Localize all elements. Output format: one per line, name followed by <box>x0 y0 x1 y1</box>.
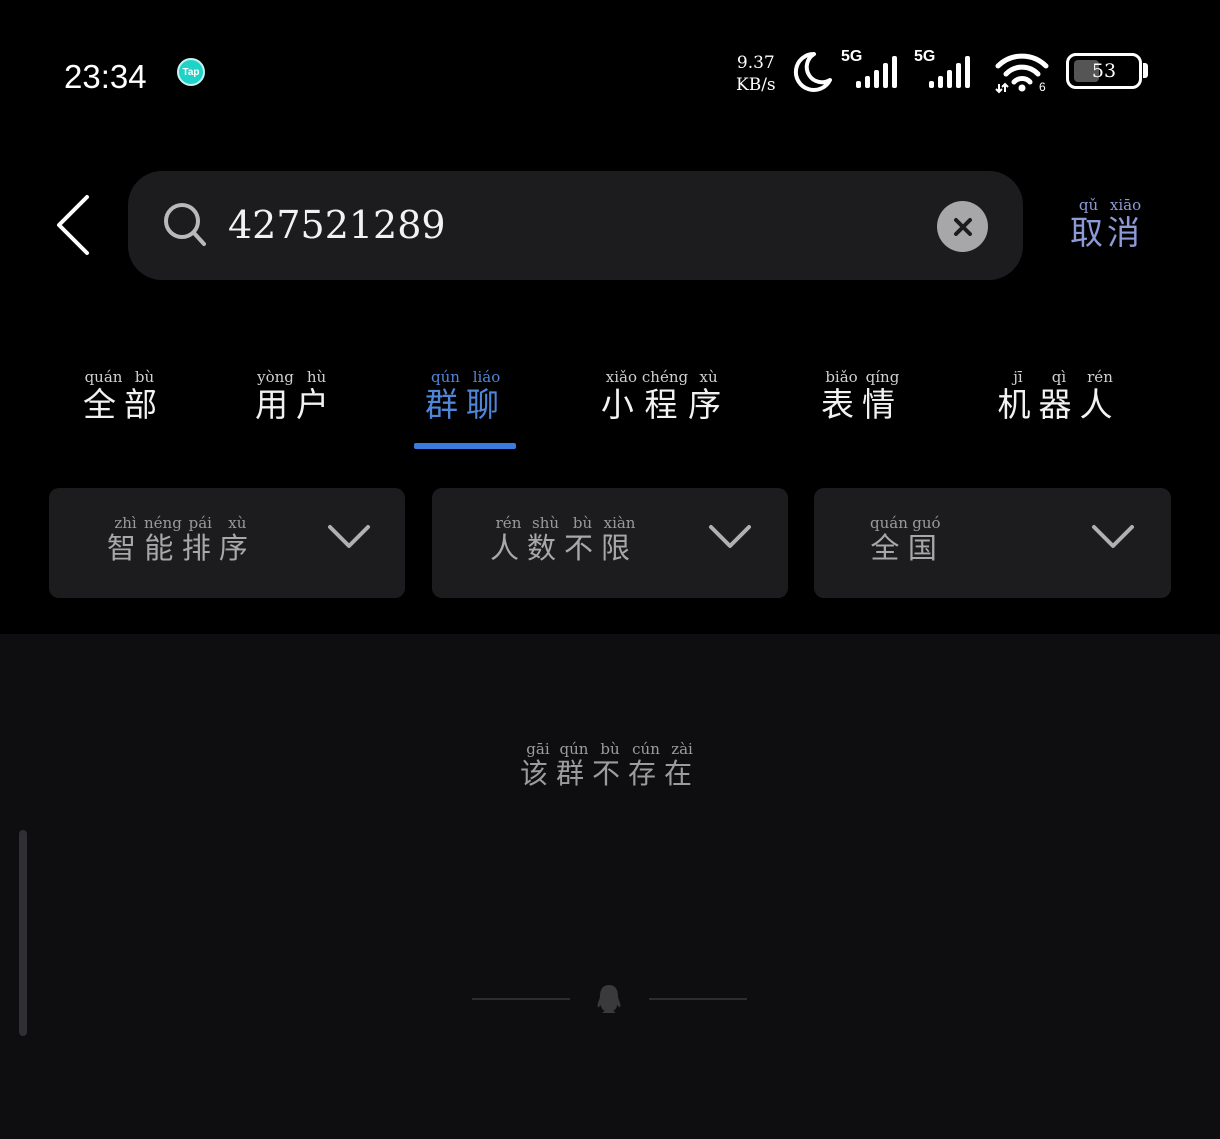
member-count-label: 人rén数shù不bù限xiàn <box>490 514 639 565</box>
search-input[interactable] <box>228 195 908 255</box>
battery-level: 53 <box>1091 60 1117 82</box>
network-speed: 9.37 KB/s <box>736 52 776 96</box>
chevron-down-icon <box>328 525 370 548</box>
sim2-signal-bars-icon <box>929 56 970 88</box>
tab-bots[interactable]: 机jī器qì人rén <box>984 368 1134 450</box>
footer-divider-left <box>472 998 570 1000</box>
sort-order-dropdown[interactable]: 智zhì能néng排pái序xù <box>49 488 405 598</box>
tap-app-icon: Tap <box>177 58 205 86</box>
battery-icon: 53 <box>1066 53 1142 89</box>
wifi-label: 6 <box>1039 80 1046 94</box>
network-speed-unit: KB/s <box>736 75 776 95</box>
network-speed-value: 9.37 <box>736 53 775 73</box>
region-label: 全quán国guó <box>870 514 945 565</box>
back-button[interactable] <box>48 192 98 258</box>
qq-penguin-icon <box>597 985 621 1013</box>
do-not-disturb-moon-icon <box>793 51 832 92</box>
footer-divider-right <box>649 998 747 1000</box>
group-not-found-message: 该gāi群qún不bù存cún在zài <box>519 740 701 790</box>
tab-mini-programs[interactable]: 小xiǎo程chéng序xù <box>590 368 740 450</box>
cancel-button[interactable]: 取qǔ消xiāo <box>1070 196 1170 258</box>
status-bar: 23:34 Tap 9.37 KB/s 5G 5G 6 53 <box>0 0 1220 140</box>
chevron-down-icon <box>1092 525 1134 548</box>
member-count-dropdown[interactable]: 人rén数shù不bù限xiàn <box>432 488 788 598</box>
status-time: 23:34 <box>64 58 147 95</box>
tab-users[interactable]: 用yòng户hù <box>246 368 346 450</box>
tab-group-chats[interactable]: 群qún聊liáo <box>416 368 516 450</box>
region-dropdown[interactable]: 全quán国guó <box>814 488 1171 598</box>
search-icon <box>164 203 206 246</box>
sort-order-label: 智zhì能néng排pái序xù <box>107 514 256 565</box>
search-bar[interactable] <box>128 171 1023 280</box>
active-tab-indicator <box>414 443 516 449</box>
sim1-signal-bars-icon <box>856 56 897 88</box>
clear-search-button[interactable] <box>937 201 988 252</box>
search-results-area: 该gāi群qún不bù存cún在zài <box>0 634 1220 1139</box>
chevron-left-icon <box>57 195 89 255</box>
battery-tip <box>1143 63 1148 78</box>
scrollbar[interactable] <box>19 830 27 1036</box>
search-category-tabs: 全quán部bù 用yòng户hù 群qún聊liáo 小xiǎo程chéng序… <box>0 368 1220 450</box>
tab-stickers[interactable]: 表biǎo情qíng <box>812 368 912 450</box>
chevron-down-icon <box>709 525 751 548</box>
tab-all[interactable]: 全quán部bù <box>74 368 174 450</box>
close-icon <box>953 217 972 236</box>
